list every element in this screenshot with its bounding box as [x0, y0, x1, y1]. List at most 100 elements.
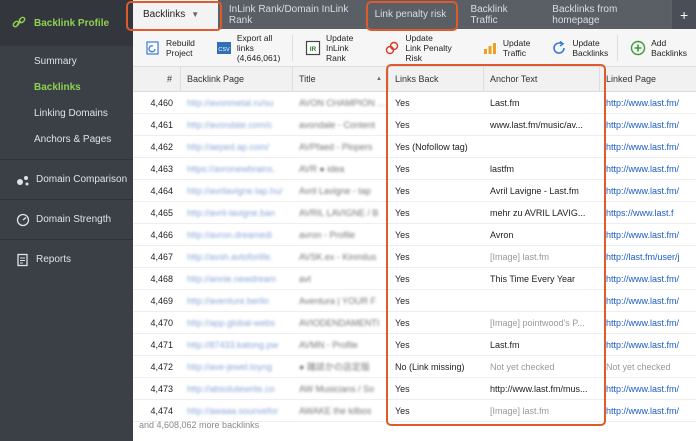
sidebar-item-anchors-pages[interactable]: Anchors & Pages — [0, 127, 133, 153]
cell-linked-page[interactable]: http://last.fm/user/j — [600, 246, 696, 268]
cell-title: AVON CHAMPION - Профи — [299, 98, 389, 108]
table-row[interactable]: 4,460 http://avonmetal.ru/su AVON CHAMPION… — [133, 92, 696, 114]
cell-anchor-text: mehr zu AVRIL LAVIG... — [490, 208, 586, 218]
table-row[interactable]: 4,461 http://avondale.com/c avondale - Con… — [133, 114, 696, 136]
table-row[interactable]: 4,469 http://aventure.berlin Aventura | YO… — [133, 290, 696, 312]
column-header-number[interactable]: # — [133, 67, 181, 92]
cell-backlink-page[interactable]: http://avonmetal.ru/su — [181, 92, 293, 114]
cell-number: 4,464 — [150, 186, 173, 196]
cell-linked-page[interactable]: http://www.last.fm/ — [600, 312, 696, 334]
column-header-backlink-page[interactable]: Backlink Page — [181, 67, 293, 92]
update-inlink-rank-button[interactable]: IR Update InLink Rank — [293, 29, 372, 67]
sidebar-item-backlinks[interactable]: Backlinks — [0, 75, 133, 101]
table-row[interactable]: 4,462 http://aeped.ap.com/AVPfaed - Plope… — [133, 136, 696, 158]
cell-number: 4,471 — [150, 340, 173, 350]
cell-backlink-page[interactable]: http://87433.katong.pw — [181, 334, 293, 356]
cell-backlink-page[interactable]: http://aventure.berlin — [181, 290, 293, 312]
cell-links-back: Yes — [395, 186, 410, 196]
tab-backlink-traffic[interactable]: Backlink Traffic — [460, 0, 543, 29]
cell-anchor-text: This Time Every Year — [490, 274, 576, 284]
cell-title: avt — [299, 274, 312, 284]
cell-linked-page[interactable]: http://www.last.fm/ — [600, 114, 696, 136]
table-row[interactable]: 4,472 http://ave-jewel.toyng ● 雑誌かの店定版 No (… — [133, 356, 696, 378]
cell-links-back: Yes — [395, 164, 410, 174]
rebuild-project-button[interactable]: Rebuild Project — [133, 29, 204, 67]
cell-backlink-page[interactable]: http://app.global-webs — [181, 312, 293, 334]
tab-backlinks-from-homepage[interactable]: Backlinks from homepage — [542, 0, 673, 29]
cell-linked-page[interactable]: http://www.last.fm/ — [600, 290, 696, 312]
column-header-linked-page[interactable]: Linked Page — [600, 67, 696, 92]
update-traffic-button[interactable]: Update Traffic — [470, 29, 539, 67]
cell-number: 4,470 — [150, 318, 173, 328]
table-row[interactable]: 4,473 http://absolutewrite.co AW Musicians… — [133, 378, 696, 400]
column-header-links-back[interactable]: Links Back — [389, 67, 484, 92]
sidebar: Backlink Profile Summary Backlinks Linki… — [0, 0, 133, 441]
add-tab-icon[interactable]: + — [672, 0, 696, 29]
cell-linked-page[interactable]: Not yet checked — [600, 356, 696, 378]
column-header-anchor-text[interactable]: Anchor Text — [484, 67, 600, 92]
toolbar-label: Update Backlinks — [572, 37, 609, 58]
cell-backlink-page[interactable]: http://avondale.com/c — [181, 114, 293, 136]
cell-anchor-text: http://www.last.fm/mus... — [490, 384, 588, 394]
cell-linked-page[interactable]: http://www.last.fm/ — [600, 180, 696, 202]
toolbar-label: Update InLink Rank — [325, 32, 354, 63]
tab-backlinks[interactable]: Backlinks ▼ — [133, 0, 219, 29]
cell-backlink-page[interactable]: http://annie.newdream — [181, 268, 293, 290]
cell-linked-page[interactable]: http://www.last.fm/ — [600, 378, 696, 400]
sidebar-item-domain-strength[interactable]: Domain Strength — [0, 199, 133, 239]
table-row[interactable]: 4,470 http://app.global-webs AVIODENDAMENT… — [133, 312, 696, 334]
svg-text:CSV: CSV — [218, 47, 230, 53]
table-row[interactable]: 4,467 http://avsh.avtoforlife. AVSK.ex - K… — [133, 246, 696, 268]
cell-linked-page[interactable]: http://www.last.fm/ — [600, 268, 696, 290]
cell-backlink-page[interactable]: http://avrilavigne.tap.hu/ — [181, 180, 293, 202]
report-icon — [16, 253, 30, 267]
sidebar-item-linking-domains[interactable]: Linking Domains — [0, 101, 133, 127]
cell-title: AVSK.ex - Kinmilus — [299, 252, 377, 262]
cell-backlink-page[interactable]: https://avronewbrains. — [181, 158, 293, 180]
table-row[interactable]: 4,471 http://87433.katong.pw AVMN - Profil… — [133, 334, 696, 356]
export-links-button[interactable]: CSV Export all links (4,646,061) — [204, 29, 292, 67]
cell-title: AVRIL LAVIGNE / B — [299, 208, 379, 218]
table-row[interactable]: 4,466 http://avron.dreamedi avron - Profil… — [133, 224, 696, 246]
tab-label: InLink Rank/Domain InLink Rank — [228, 3, 349, 26]
sidebar-item-reports[interactable]: Reports — [0, 239, 133, 279]
chevron-down-icon[interactable]: ▼ — [191, 10, 199, 19]
cell-backlink-page[interactable]: http://ave-jewel.toyng — [181, 356, 293, 378]
rebuild-icon — [145, 40, 161, 56]
cell-backlink-page[interactable]: http://avsh.avtoforlife. — [181, 246, 293, 268]
cell-backlink-page[interactable]: http://avril-lavigne.ban — [181, 202, 293, 224]
cell-linked-page[interactable]: http://www.last.fm/ — [600, 400, 696, 422]
cell-links-back: Yes — [395, 98, 410, 108]
cell-anchor-text: Avril Lavigne - Last.fm — [490, 186, 579, 196]
cell-links-back: Yes — [395, 120, 410, 130]
update-backlinks-button[interactable]: Update Backlinks — [539, 29, 617, 67]
cell-title: ● 雑誌かの店定版 — [299, 362, 370, 372]
sidebar-header[interactable]: Backlink Profile — [0, 0, 133, 46]
add-backlinks-button[interactable]: Add Backlinks — [618, 29, 696, 67]
cell-linked-page[interactable]: http://www.last.fm/ — [600, 334, 696, 356]
table-row[interactable]: 4,463 https://avronewbrains. AVR ● idea Yes… — [133, 158, 696, 180]
cell-linked-page[interactable]: http://www.last.fm/ — [600, 92, 696, 114]
cell-linked-page[interactable]: http://www.last.fm/ — [600, 136, 696, 158]
sidebar-item-domain-comparison[interactable]: Domain Comparison — [0, 159, 133, 199]
tab-inlink-rank[interactable]: InLink Rank/Domain InLink Rank — [218, 0, 365, 29]
update-link-penalty-risk-button[interactable]: Update Link Penalty Risk — [372, 29, 469, 67]
cell-linked-page[interactable]: https://www.last.f — [600, 202, 696, 224]
refresh-icon — [551, 40, 567, 56]
column-header-title[interactable]: Title ▲ — [293, 67, 389, 92]
table-row[interactable]: 4,468 http://annie.newdream avt Yes This Tim… — [133, 268, 696, 290]
toolbar: Rebuild Project CSV Export all links (4,… — [133, 29, 696, 67]
cell-backlink-page[interactable]: http://aeped.ap.com/ — [181, 136, 293, 158]
sidebar-item-summary[interactable]: Summary — [0, 49, 133, 75]
comparison-icon — [16, 173, 30, 187]
table-row[interactable]: 4,465 http://avril-lavigne.ban AVRIL LAVIG… — [133, 202, 696, 224]
table-row[interactable]: 4,464 http://avrilavigne.tap.hu/Avril Lav… — [133, 180, 696, 202]
cell-linked-page[interactable]: http://www.last.fm/ — [600, 224, 696, 246]
tab-link-penalty-risk[interactable]: Link penalty risk — [364, 0, 461, 29]
cell-links-back: Yes — [395, 208, 410, 218]
cell-backlink-page[interactable]: http://avron.dreamedi — [181, 224, 293, 246]
link-icon — [12, 16, 26, 30]
cell-backlink-page[interactable]: http://absolutewrite.co — [181, 378, 293, 400]
cell-links-back: Yes — [395, 340, 410, 350]
cell-linked-page[interactable]: http://www.last.fm/ — [600, 158, 696, 180]
